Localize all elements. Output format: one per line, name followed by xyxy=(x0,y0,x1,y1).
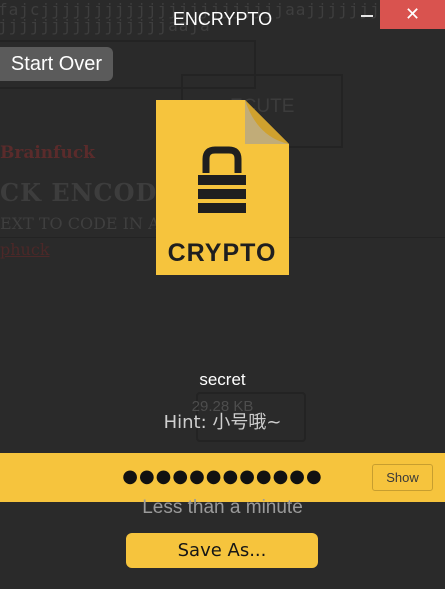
ghost-brainfuck: Brainfuck xyxy=(0,143,95,163)
crypto-file-icon: CRYPTO xyxy=(153,97,291,277)
save-as-button[interactable]: Save As... xyxy=(126,533,318,568)
file-name: secret xyxy=(199,370,246,389)
minimize-icon[interactable] xyxy=(357,3,381,29)
ghost-link: phuck xyxy=(0,240,50,259)
close-button[interactable]: ✕ xyxy=(380,0,445,29)
eta-text: Less than a minute xyxy=(142,497,303,518)
password-hint: Hint: 小号哦~ xyxy=(163,412,282,433)
start-over-button[interactable]: Start Over xyxy=(0,47,113,81)
show-password-button[interactable]: Show xyxy=(372,464,433,491)
title-bar: ENCRYPTO ✕ xyxy=(0,0,445,38)
crypto-icon-label: CRYPTO xyxy=(168,239,277,267)
ghost-subline: EXT TO CODE IN A xyxy=(0,214,160,233)
password-field[interactable]: ●●●●●●●●●●●● Show xyxy=(0,453,445,502)
